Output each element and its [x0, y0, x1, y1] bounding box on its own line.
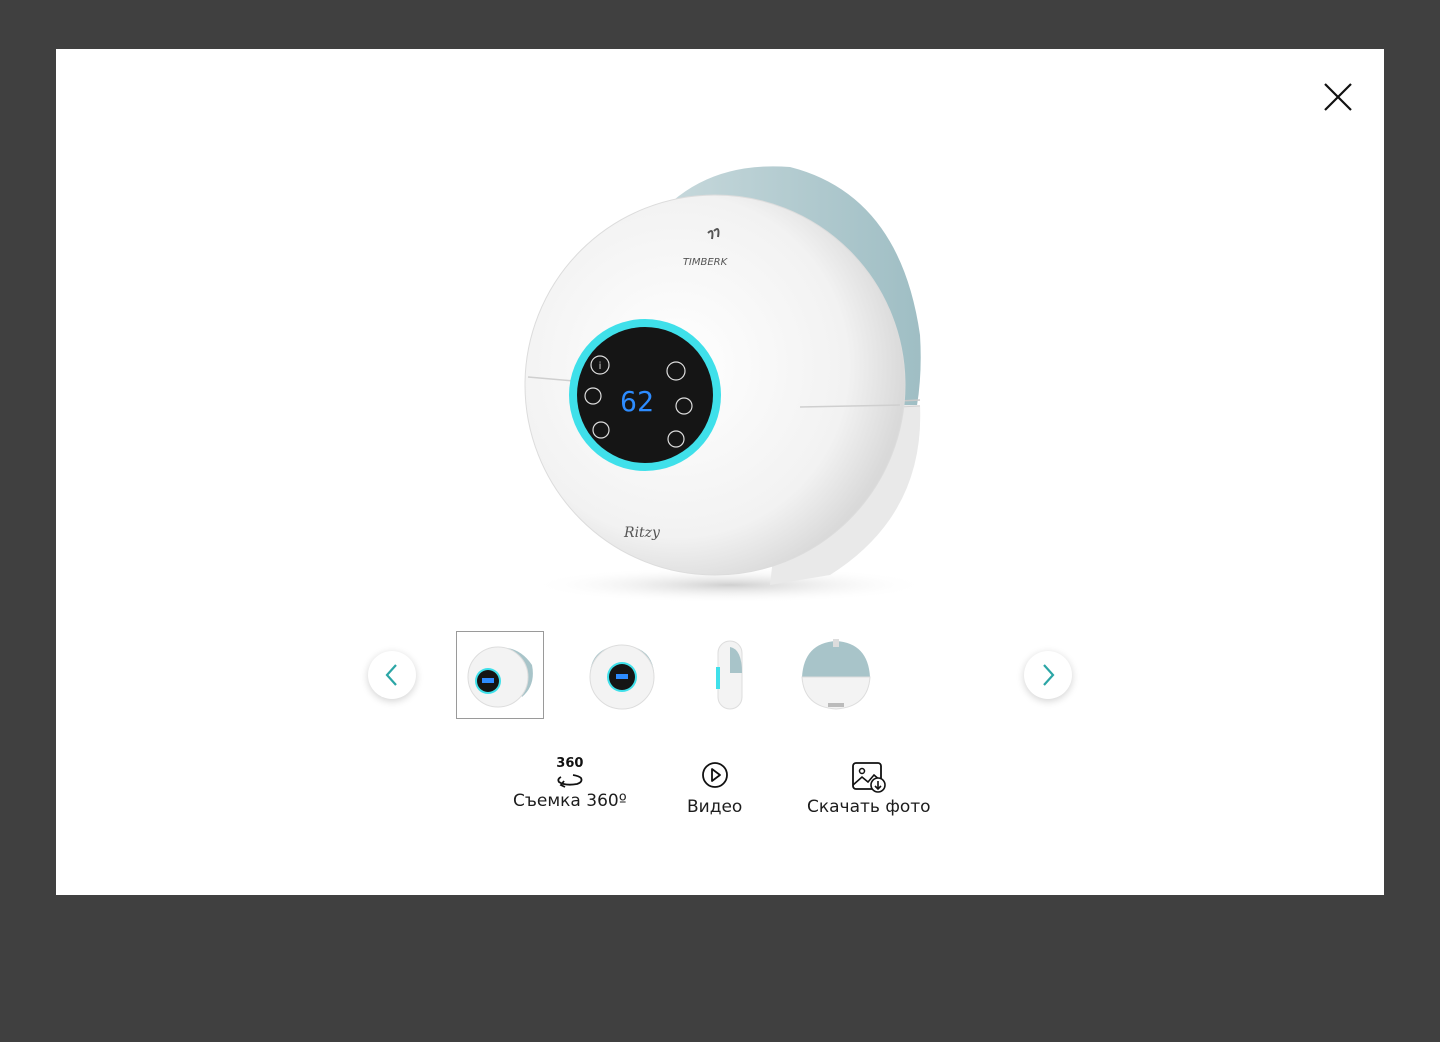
image-download-icon [851, 762, 886, 793]
close-button[interactable] [1318, 77, 1358, 117]
close-icon [1324, 83, 1352, 111]
gallery-modal: TIMBERK i 62 Ritzy 360 Съемка 360º Видео… [56, 49, 1384, 895]
spin-360-icon-text: 360 [556, 756, 584, 771]
thumbnail-image [801, 639, 871, 710]
play-circle-icon [701, 762, 728, 788]
thumbnail-item[interactable] [578, 631, 666, 719]
thumbnail-item[interactable] [792, 631, 880, 719]
thumbnail-item[interactable] [456, 631, 544, 719]
thumbnail-image [467, 646, 533, 708]
spin-360-label: Съемка 360º [513, 791, 627, 811]
svg-text:i: i [599, 361, 602, 372]
spin-360-button[interactable]: 360 Съемка 360º [513, 756, 627, 812]
next-photo-button[interactable] [1024, 651, 1072, 699]
download-photo-label: Скачать фото [807, 797, 931, 817]
humidity-reading: 62 [620, 385, 654, 418]
download-photo-button[interactable]: Скачать фото [807, 757, 931, 817]
rotate-360-icon [557, 774, 583, 788]
model-script: Ritzy [623, 525, 661, 541]
brand-logo-text: TIMBERK [683, 257, 729, 268]
thumbnail-item[interactable] [684, 631, 772, 719]
video-label: Видео [687, 797, 743, 817]
chevron-right-icon [1043, 664, 1055, 686]
chevron-left-icon [385, 664, 397, 686]
prev-photo-button[interactable] [368, 651, 416, 699]
thumbnail-image [716, 640, 743, 710]
thumbnail-image [589, 644, 655, 710]
product-main-image: TIMBERK i 62 Ritzy [524, 166, 930, 603]
gallery-actions: 360 Съемка 360º Видео Скачать фото [56, 757, 1384, 837]
video-button[interactable]: Видео [687, 757, 742, 817]
